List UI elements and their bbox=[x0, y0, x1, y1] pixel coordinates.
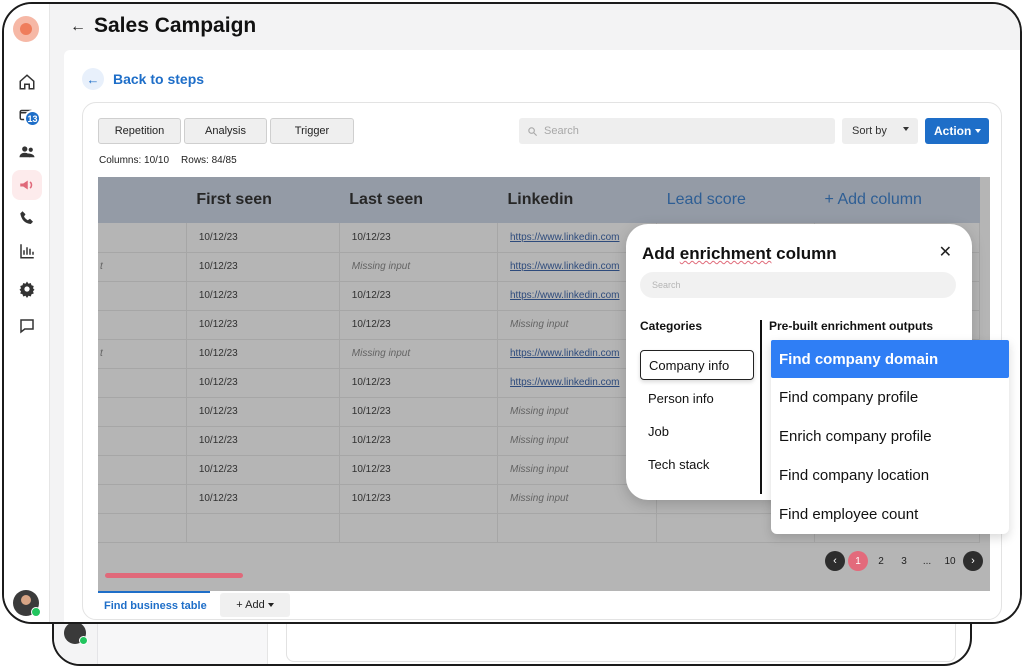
chevron-down-icon bbox=[975, 129, 981, 133]
tab-repetition[interactable]: Repetition bbox=[98, 118, 181, 144]
arrow-left-icon: ← bbox=[82, 68, 104, 90]
modal-title-highlight: enrichment bbox=[679, 244, 772, 263]
page-ellipsis: ... bbox=[922, 555, 932, 567]
enrichment-outputs-list: Find company domain Find company profile… bbox=[771, 340, 1009, 534]
output-enrich-company-profile[interactable]: Enrich company profile bbox=[771, 417, 1009, 456]
modal-search-input[interactable]: Search bbox=[640, 272, 956, 298]
chevron-down-icon bbox=[903, 127, 909, 131]
modal-title-suffix: column bbox=[771, 244, 837, 263]
table-stats: Columns: 10/10 Rows: 84/85 bbox=[99, 155, 237, 166]
output-find-company-location[interactable]: Find company location bbox=[771, 456, 1009, 495]
category-job[interactable]: Job bbox=[640, 416, 754, 446]
add-tab-label: + Add bbox=[236, 599, 265, 611]
chevron-right-icon[interactable]: › bbox=[963, 551, 983, 571]
page-button[interactable]: 2 bbox=[871, 551, 891, 571]
search-input[interactable]: Search bbox=[519, 118, 835, 144]
modal-title-prefix: Add bbox=[642, 244, 680, 263]
action-button[interactable]: Action bbox=[925, 118, 989, 144]
search-icon bbox=[528, 126, 538, 136]
analytics-icon[interactable] bbox=[12, 236, 42, 266]
outputs-heading: Pre-built enrichment outputs bbox=[769, 319, 934, 333]
category-company-info[interactable]: Company info bbox=[640, 350, 754, 380]
categories-heading: Categories bbox=[640, 319, 703, 333]
page-button[interactable]: 3 bbox=[894, 551, 914, 571]
chat-icon[interactable] bbox=[12, 311, 42, 341]
megaphone-icon[interactable] bbox=[12, 170, 42, 200]
contacts-icon[interactable] bbox=[12, 137, 42, 167]
horizontal-scrollbar[interactable] bbox=[105, 573, 243, 578]
page-button[interactable]: 10 bbox=[940, 551, 960, 571]
category-person-info[interactable]: Person info bbox=[640, 383, 754, 413]
tab-trigger[interactable]: Trigger bbox=[270, 118, 354, 144]
notification-badge: 13 bbox=[24, 110, 41, 127]
output-find-employee-count[interactable]: Find employee count bbox=[771, 495, 1009, 534]
chevron-left-icon[interactable]: ‹ bbox=[825, 551, 845, 571]
columns-count: Columns: 10/10 bbox=[99, 155, 170, 166]
chevron-down-icon bbox=[267, 603, 274, 607]
close-icon[interactable]: ✕ bbox=[939, 242, 952, 262]
search-placeholder: Search bbox=[544, 125, 579, 137]
column-divider bbox=[760, 320, 762, 494]
modal-title: Add enrichment column bbox=[642, 244, 837, 264]
phone-icon[interactable] bbox=[12, 203, 42, 233]
tab-find-business-table[interactable]: Find business table bbox=[98, 591, 210, 619]
background-avatar bbox=[64, 622, 88, 645]
settings-icon[interactable] bbox=[12, 274, 42, 304]
page-title: Sales Campaign bbox=[94, 14, 257, 37]
sort-by-label: Sort by bbox=[852, 125, 887, 137]
page-button[interactable]: 1 bbox=[848, 551, 868, 571]
back-to-steps-label: Back to steps bbox=[113, 71, 205, 87]
logo-icon[interactable] bbox=[13, 16, 39, 42]
output-find-company-profile[interactable]: Find company profile bbox=[771, 378, 1009, 417]
back-to-steps-link[interactable]: ← Back to steps bbox=[82, 68, 204, 90]
add-tab-button[interactable]: + Add bbox=[220, 593, 290, 617]
sidebar: 13 bbox=[4, 4, 50, 622]
tab-analysis[interactable]: Analysis bbox=[184, 118, 267, 144]
output-find-company-domain[interactable]: Find company domain bbox=[771, 340, 1009, 378]
bottom-tabs: Find business table + Add bbox=[98, 591, 990, 619]
sort-by-dropdown[interactable]: Sort by bbox=[842, 118, 918, 144]
arrow-left-icon[interactable]: ← bbox=[70, 18, 86, 36]
rows-count: Rows: 84/85 bbox=[181, 155, 237, 166]
top-bar: ← Sales Campaign bbox=[50, 4, 1020, 50]
pagination: ‹ 1 2 3 ... 10 › bbox=[825, 551, 986, 571]
action-label: Action bbox=[934, 124, 972, 138]
user-avatar[interactable] bbox=[13, 590, 41, 617]
home-icon[interactable] bbox=[12, 67, 42, 97]
category-tech-stack[interactable]: Tech stack bbox=[640, 449, 754, 479]
